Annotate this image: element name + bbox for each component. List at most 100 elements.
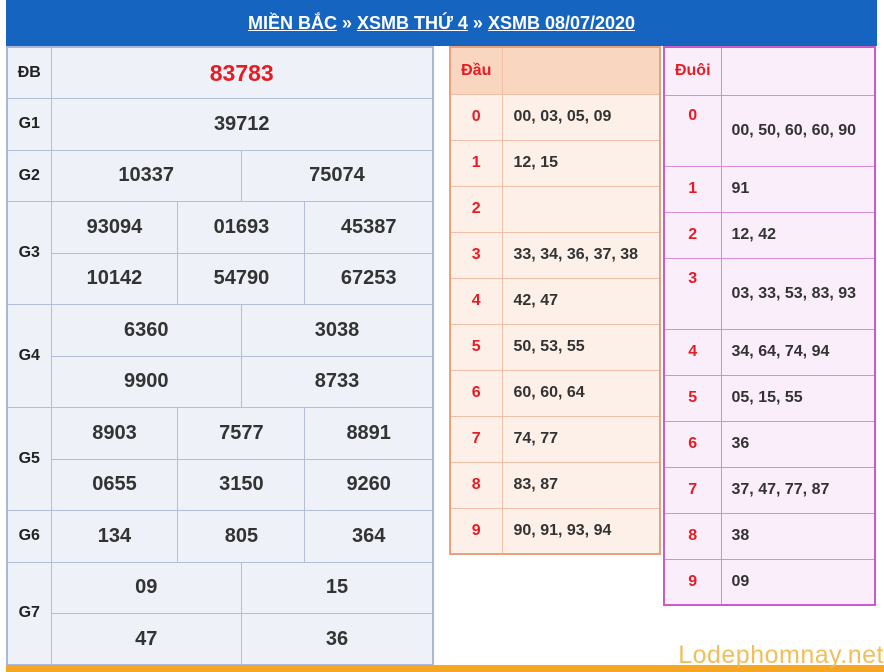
dau-digit: 2 bbox=[449, 185, 503, 233]
prize-value: 93094 bbox=[50, 201, 179, 254]
dau-digit: 6 bbox=[449, 369, 503, 417]
dau-digit: 4 bbox=[449, 277, 503, 325]
duoi-header-empty bbox=[720, 46, 876, 96]
dau-row: 2 bbox=[449, 185, 661, 233]
prize-value: 39712 bbox=[50, 98, 434, 151]
prize-label: G2 bbox=[6, 149, 52, 202]
duoi-row: 9 09 bbox=[663, 558, 876, 606]
duoi-values: 38 bbox=[720, 512, 876, 560]
prize-row-g4: 9900 8733 bbox=[7, 355, 434, 408]
duoi-row: 5 05, 15, 55 bbox=[663, 374, 876, 422]
duoi-digit: 9 bbox=[663, 558, 722, 606]
duoi-digit: 0 bbox=[663, 94, 722, 167]
dau-values bbox=[501, 185, 661, 233]
dau-row: 6 60, 60, 64 bbox=[449, 369, 661, 417]
duoi-values: 12, 42 bbox=[720, 211, 876, 259]
prize-value: 36 bbox=[240, 613, 434, 666]
prize-value: 134 bbox=[50, 510, 179, 563]
prize-row-g1: G1 39712 bbox=[6, 98, 434, 151]
duoi-row: 0 00, 50, 60, 60, 90 bbox=[663, 94, 876, 167]
prize-value: 7577 bbox=[177, 407, 306, 460]
special-prize-value: 83783 bbox=[50, 46, 434, 99]
dau-values: 33, 34, 36, 37, 38 bbox=[501, 231, 661, 279]
breadcrumb-xsmb-date-link[interactable]: XSMB 08/07/2020 bbox=[488, 13, 635, 34]
dau-values: 83, 87 bbox=[501, 461, 661, 509]
duoi-digit: 3 bbox=[663, 257, 722, 330]
dau-table: Đầu 0 00, 03, 05, 09 1 12, 15 2 3 33, 34, 3… bbox=[449, 46, 661, 555]
prize-label: G4 bbox=[6, 304, 52, 408]
dau-row: 3 33, 34, 36, 37, 38 bbox=[449, 231, 661, 279]
prize-value: 0655 bbox=[50, 458, 179, 511]
prize-value: 47 bbox=[50, 613, 242, 666]
prize-value: 15 bbox=[240, 561, 434, 614]
prize-value: 01693 bbox=[177, 201, 306, 254]
duoi-values: 05, 15, 55 bbox=[720, 374, 876, 422]
prize-value: 364 bbox=[304, 510, 434, 563]
duoi-table: Đuôi 0 00, 50, 60, 60, 90 1 91 2 12, 42 3 03… bbox=[663, 46, 876, 606]
prize-value: 54790 bbox=[177, 252, 306, 305]
prize-value: 10142 bbox=[50, 252, 179, 305]
duoi-digit: 6 bbox=[663, 420, 722, 468]
breadcrumb-separator: » bbox=[341, 12, 352, 33]
duoi-row: 4 34, 64, 74, 94 bbox=[663, 328, 876, 376]
dau-digit: 5 bbox=[449, 323, 503, 371]
dau-digit: 1 bbox=[449, 139, 503, 187]
dau-values: 12, 15 bbox=[501, 139, 661, 187]
duoi-header: Đuôi bbox=[663, 46, 722, 96]
dau-digit: 0 bbox=[449, 93, 503, 141]
duoi-values: 36 bbox=[720, 420, 876, 468]
prize-value: 45387 bbox=[304, 201, 434, 254]
dau-digit: 3 bbox=[449, 231, 503, 279]
prize-row-g5: G5 8903 7577 8891 bbox=[6, 407, 434, 511]
dau-row: 8 83, 87 bbox=[449, 461, 661, 509]
prize-value: 67253 bbox=[304, 252, 434, 305]
duoi-values: 03, 33, 53, 83, 93 bbox=[720, 257, 876, 330]
duoi-digit: 4 bbox=[663, 328, 722, 376]
prize-label: G3 bbox=[6, 201, 52, 305]
prize-row-g2: G2 10337 75074 bbox=[6, 149, 434, 202]
dau-row: 7 74, 77 bbox=[449, 415, 661, 463]
prize-row-db: ĐB 83783 bbox=[6, 46, 434, 99]
duoi-row: 1 91 bbox=[663, 165, 876, 213]
prize-value: 9900 bbox=[50, 355, 242, 408]
dau-row: 9 90, 91, 93, 94 bbox=[449, 507, 661, 555]
prize-label: G5 bbox=[6, 407, 52, 511]
duoi-digit: 7 bbox=[663, 466, 722, 514]
dau-row: 4 42, 47 bbox=[449, 277, 661, 325]
results-table: ĐB 83783 G1 39712 G2 10337 75074 G3 9309… bbox=[6, 46, 434, 666]
duoi-digit: 1 bbox=[663, 165, 722, 213]
duoi-row: 8 38 bbox=[663, 512, 876, 560]
prize-row-g6: G6 134 805 364 bbox=[6, 510, 434, 563]
prize-row-g3: 10142 54790 67253 bbox=[7, 252, 434, 305]
prize-value: 8891 bbox=[304, 407, 434, 460]
duoi-values: 09 bbox=[720, 558, 876, 606]
dau-row: 0 00, 03, 05, 09 bbox=[449, 93, 661, 141]
duoi-row: 7 37, 47, 77, 87 bbox=[663, 466, 876, 514]
dau-header-empty bbox=[501, 46, 661, 95]
prize-row-g7: G7 09 15 bbox=[6, 561, 434, 666]
breadcrumb-xsmb-thu4-link[interactable]: XSMB THỨ 4 bbox=[357, 13, 468, 34]
breadcrumb-separator: » bbox=[472, 12, 483, 33]
duoi-header-row: Đuôi bbox=[663, 46, 876, 96]
duoi-digit: 8 bbox=[663, 512, 722, 560]
prize-row-g5: 0655 3150 9260 bbox=[7, 458, 434, 511]
prize-label: ĐB bbox=[6, 46, 52, 99]
prize-value: 3150 bbox=[177, 458, 306, 511]
dau-values: 00, 03, 05, 09 bbox=[501, 93, 661, 141]
dau-row: 1 12, 15 bbox=[449, 139, 661, 187]
dau-values: 60, 60, 64 bbox=[501, 369, 661, 417]
prize-value: 3038 bbox=[240, 304, 434, 357]
prize-row-g4: G4 6360 3038 bbox=[6, 304, 434, 408]
duoi-digit: 5 bbox=[663, 374, 722, 422]
prize-value: 8903 bbox=[50, 407, 179, 460]
prize-value: 8733 bbox=[240, 355, 434, 408]
breadcrumb-mien-bac-link[interactable]: MIỀN BẮC bbox=[248, 13, 337, 34]
dau-digit: 9 bbox=[449, 507, 503, 555]
prize-value: 10337 bbox=[50, 149, 242, 202]
prize-value: 75074 bbox=[240, 149, 434, 202]
dau-header-row: Đầu bbox=[449, 46, 661, 95]
dau-values: 50, 53, 55 bbox=[501, 323, 661, 371]
prize-value: 6360 bbox=[50, 304, 242, 357]
prize-value: 09 bbox=[50, 561, 242, 614]
duoi-row: 2 12, 42 bbox=[663, 211, 876, 259]
